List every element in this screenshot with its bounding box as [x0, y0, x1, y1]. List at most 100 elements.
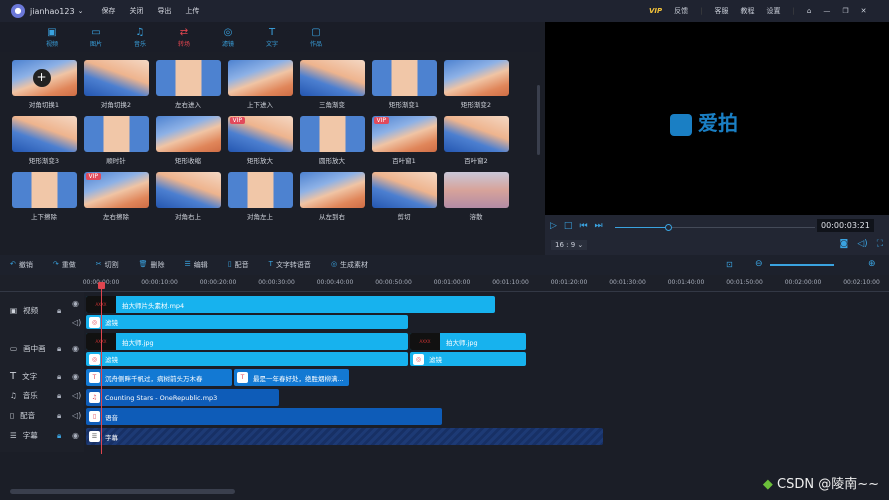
delete-button[interactable]: 🗑 删除 — [139, 260, 165, 270]
playhead[interactable] — [98, 282, 105, 454]
next-frame-icon[interactable]: ⏭ — [595, 221, 603, 231]
voice-clip[interactable]: ▯ 语音 — [86, 408, 442, 425]
lock-icon[interactable]: 🔒︎ — [57, 431, 61, 441]
grid-scrollbar[interactable] — [537, 85, 540, 155]
tts-button[interactable]: T 文字转语音 — [269, 260, 311, 270]
tab-music[interactable]: ♫ 音乐 — [118, 22, 162, 52]
minimize-icon[interactable]: — — [823, 7, 830, 15]
transition-item[interactable]: 对角右上 — [152, 172, 224, 221]
music-clip[interactable]: ♫ Counting Stars - OneRepublic.mp3 — [86, 389, 279, 406]
volume-icon[interactable]: ◁) — [857, 239, 867, 249]
vip-button[interactable]: VIP — [649, 7, 662, 15]
stop-icon[interactable]: □ — [564, 221, 573, 231]
transition-grid: + 对角切换1 对角切换2 左右进入 上下进入 三角渐变 矩形渐变1 矩形渐变2 矩形渐变3 顺时… — [8, 60, 528, 221]
speaker-icon[interactable]: ◁) — [72, 318, 81, 327]
tab-video[interactable]: ▣ 视频 — [30, 22, 74, 52]
tab-filter[interactable]: ◎ 滤镜 — [206, 22, 250, 52]
service-button[interactable]: 客服 — [715, 6, 729, 16]
fit-icon[interactable]: ⊡ — [726, 260, 733, 269]
timeline-ruler[interactable]: 00:00:00:0000:00:10:0000:00:20:0000:00:3… — [0, 275, 889, 292]
subtitle-clip[interactable]: ☰ 字幕 — [86, 428, 603, 445]
transition-item[interactable]: 剪切 — [368, 172, 440, 221]
video-clip[interactable]: AXXX拍大师片头素材.mp4 — [86, 296, 495, 313]
transition-item[interactable]: 百叶窗2 — [440, 116, 512, 165]
lock-icon[interactable]: 🔒︎ — [57, 344, 61, 354]
transition-item[interactable]: 左右进入 — [152, 60, 224, 109]
redo-button[interactable]: ↷ 重做 — [53, 260, 76, 270]
transition-item[interactable]: 矩形渐变2 — [440, 60, 512, 109]
chevron-down-icon[interactable]: ⌄ — [78, 7, 84, 15]
pip-clip[interactable]: AXXX拍大师.jpg — [86, 333, 408, 350]
menu-close[interactable]: 关闭 — [129, 6, 143, 16]
camera-icon[interactable]: ◙ — [840, 239, 849, 249]
text-clip[interactable]: T 最是一年春好处，绝胜烟柳满... — [234, 369, 349, 386]
pip-clip[interactable]: AXXX拍大师.jpg — [410, 333, 526, 350]
transition-item[interactable]: 对角切换2 — [80, 60, 152, 109]
transition-item[interactable]: 矩形收缩 — [152, 116, 224, 165]
lock-icon[interactable]: 🔒︎ — [57, 411, 61, 421]
edit-button[interactable]: ☰ 编辑 — [185, 260, 208, 270]
dub-button[interactable]: ▯ 配音 — [228, 260, 249, 270]
eye-icon[interactable]: ◉ — [72, 299, 79, 308]
transition-item[interactable]: 上下进入 — [224, 60, 296, 109]
transition-item[interactable]: VIP 矩形放大 — [224, 116, 296, 165]
timeline-scrollbar[interactable] — [10, 489, 235, 494]
transition-item[interactable]: 溶散 — [440, 172, 512, 221]
menu-upload[interactable]: 上传 — [185, 6, 199, 16]
feedback-button[interactable]: 反馈 — [674, 6, 688, 16]
tab-works[interactable]: ▢ 作品 — [294, 22, 338, 52]
eye-icon[interactable]: ◉ — [72, 372, 79, 381]
username[interactable]: jianhao123 — [30, 7, 75, 16]
transition-thumbnail — [155, 116, 221, 152]
transition-item[interactable]: 矩形渐变3 — [8, 116, 80, 165]
undo-button[interactable]: ↶ 撤销 — [10, 260, 33, 270]
prev-frame-icon[interactable]: ⏮ — [579, 221, 587, 231]
transition-item[interactable]: VIP 左右擦除 — [80, 172, 152, 221]
transition-item[interactable]: 顺时针 — [80, 116, 152, 165]
add-icon[interactable]: + — [32, 69, 51, 87]
tab-transition[interactable]: ⇄ 转场 — [162, 22, 206, 52]
preview-logo: 爱拍 — [670, 107, 738, 136]
cut-button[interactable]: ✂ 切割 — [96, 260, 119, 270]
aspect-select[interactable]: 16 : 9 ⌄ — [551, 240, 588, 250]
lock-icon[interactable]: 🔒︎ — [57, 372, 61, 382]
generate-button[interactable]: ◎ 生成素材 — [331, 260, 368, 270]
tab-image[interactable]: ▭ 图片 — [74, 22, 118, 52]
timecode[interactable]: 00:00:03:21 — [817, 219, 874, 232]
settings-button[interactable]: 设置 — [767, 6, 781, 16]
transition-item[interactable]: 上下擦除 — [8, 172, 80, 221]
tutorial-button[interactable]: 教程 — [741, 6, 755, 16]
filter-clip[interactable]: ◎ 滤镜 — [86, 315, 408, 329]
transition-item[interactable]: + 对角切换1 — [8, 60, 80, 109]
text-clip[interactable]: T 沉舟侧畔千帆过，病树前头万木春 — [86, 369, 232, 386]
lock-icon[interactable]: 🔒︎ — [57, 391, 61, 401]
fullscreen-icon[interactable]: ⛶ — [877, 239, 883, 249]
speaker-icon[interactable]: ◁) — [72, 391, 81, 400]
zoom-in-icon[interactable]: ⊕ — [868, 259, 876, 269]
filter-clip[interactable]: ◎ 滤镜 — [410, 352, 526, 366]
transition-item[interactable]: 圆形放大 — [296, 116, 368, 165]
music-icon: ♫ — [10, 391, 17, 400]
home-icon[interactable]: ⌂ — [807, 7, 811, 15]
eye-icon[interactable]: ◉ — [72, 431, 79, 440]
speaker-icon[interactable]: ◁) — [72, 411, 81, 420]
eye-icon[interactable]: ◉ — [72, 344, 79, 353]
transition-item[interactable]: 对角左上 — [224, 172, 296, 221]
close-icon[interactable]: ✕ — [861, 7, 867, 15]
play-icon[interactable]: ▷ — [550, 221, 557, 231]
maximize-icon[interactable]: ❐ — [842, 7, 848, 15]
filter-clip[interactable]: ◎ 滤镜 — [86, 352, 408, 366]
tab-text[interactable]: T 文字 — [250, 22, 294, 52]
transition-item[interactable]: VIP 百叶窗1 — [368, 116, 440, 165]
progress-slider[interactable] — [615, 224, 815, 231]
menu-export[interactable]: 导出 — [157, 6, 171, 16]
vip-badge: VIP — [373, 117, 389, 124]
transition-item[interactable]: 从左到右 — [296, 172, 368, 221]
transition-item[interactable]: 矩形渐变1 — [368, 60, 440, 109]
avatar[interactable]: ● — [11, 4, 25, 18]
menu-save[interactable]: 保存 — [101, 6, 115, 16]
zoom-slider[interactable] — [770, 264, 834, 266]
lock-icon[interactable]: 🔒︎ — [57, 306, 61, 316]
zoom-out-icon[interactable]: ⊖ — [755, 259, 763, 269]
transition-item[interactable]: 三角渐变 — [296, 60, 368, 109]
